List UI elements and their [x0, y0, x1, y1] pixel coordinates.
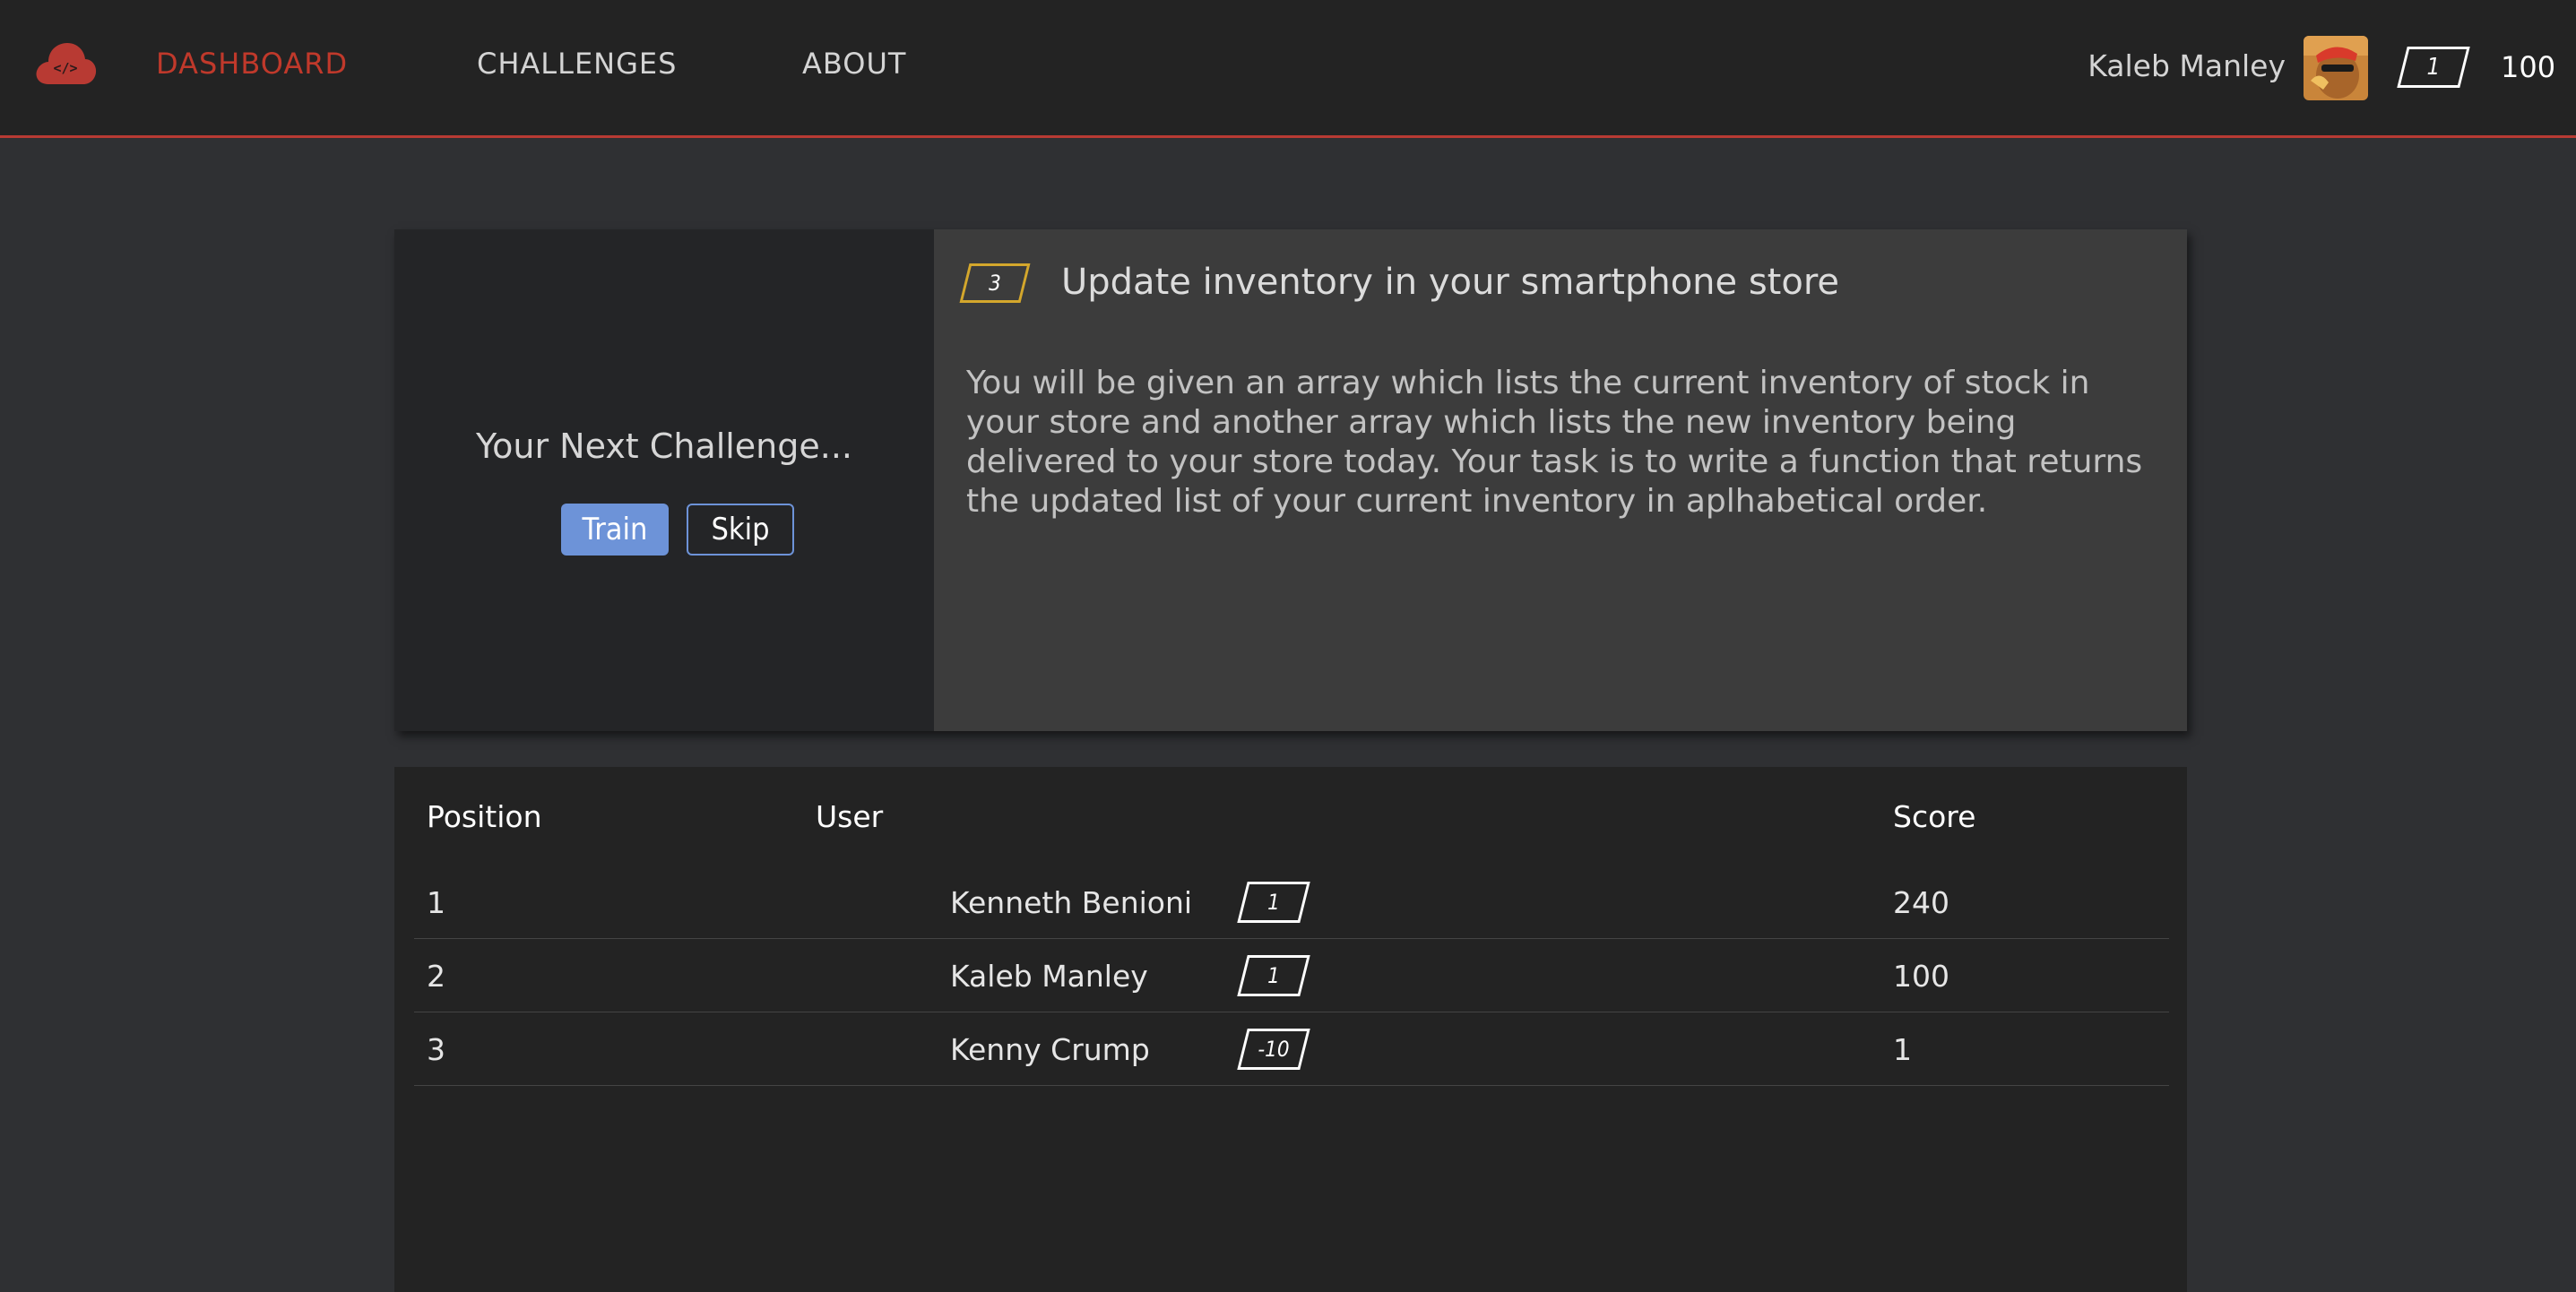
top-nav: </> DASHBOARD CHALLENGES ABOUT Kaleb Man… — [0, 0, 2576, 138]
row-rank-value: 1 — [1267, 890, 1280, 915]
user-score: 100 — [2501, 50, 2556, 84]
user-avatar[interactable] — [2304, 36, 2368, 100]
column-header-score: Score — [1893, 799, 1976, 834]
next-challenge-panel: Your Next Challenge... Train Skip — [394, 229, 934, 731]
row-rank-badge: 1 — [1237, 955, 1310, 996]
row-position: 3 — [427, 1032, 445, 1067]
table-row[interactable]: 1 1 Kenneth Benioni 240 — [414, 866, 2169, 939]
challenge-description: You will be given an array which lists t… — [966, 365, 2143, 520]
nav-dashboard[interactable]: DASHBOARD — [156, 47, 348, 81]
row-position: 1 — [427, 885, 445, 920]
table-row[interactable]: 3 -10 Kenny Crump 1 — [414, 1012, 2169, 1086]
row-rank-value: 1 — [1267, 963, 1280, 988]
row-score: 100 — [1893, 959, 1949, 994]
train-button[interactable]: Train — [561, 504, 669, 556]
table-row[interactable]: 2 1 Kaleb Manley 100 — [414, 939, 2169, 1012]
row-score: 1 — [1893, 1032, 1912, 1067]
challenge-card: Your Next Challenge... Train Skip 3 Upda… — [394, 229, 2187, 731]
row-user[interactable]: Kaleb Manley — [950, 959, 1148, 994]
nav-challenges[interactable]: CHALLENGES — [477, 47, 677, 81]
challenge-level-badge: 3 — [959, 263, 1031, 303]
challenge-details: 3 Update inventory in your smartphone st… — [934, 229, 2187, 731]
nav-about[interactable]: ABOUT — [802, 47, 906, 81]
user-rank-value: 1 — [2426, 54, 2441, 81]
row-user[interactable]: Kenneth Benioni — [950, 885, 1192, 920]
column-header-position: Position — [427, 799, 542, 834]
row-rank-badge: 1 — [1237, 882, 1310, 923]
column-header-user: User — [816, 799, 884, 834]
user-rank-badge: 1 — [2397, 47, 2470, 88]
cloud-code-logo-icon[interactable]: </> — [34, 39, 97, 88]
user-name[interactable]: Kaleb Manley — [2088, 48, 2286, 83]
row-position: 2 — [427, 959, 445, 994]
challenge-title: Update inventory in your smartphone stor… — [1061, 262, 1840, 303]
row-user[interactable]: Kenny Crump — [950, 1032, 1150, 1067]
row-rank-badge: -10 — [1237, 1029, 1310, 1070]
challenge-level-value: 3 — [989, 271, 1001, 296]
skip-button[interactable]: Skip — [687, 504, 794, 556]
svg-text:</>: </> — [53, 60, 77, 76]
row-rank-value: -10 — [1258, 1037, 1290, 1062]
next-challenge-heading: Your Next Challenge... — [475, 426, 853, 466]
row-score: 240 — [1893, 885, 1949, 920]
leaderboard-table: Position User Score 1 1 Kenneth Benioni … — [394, 767, 2187, 1292]
